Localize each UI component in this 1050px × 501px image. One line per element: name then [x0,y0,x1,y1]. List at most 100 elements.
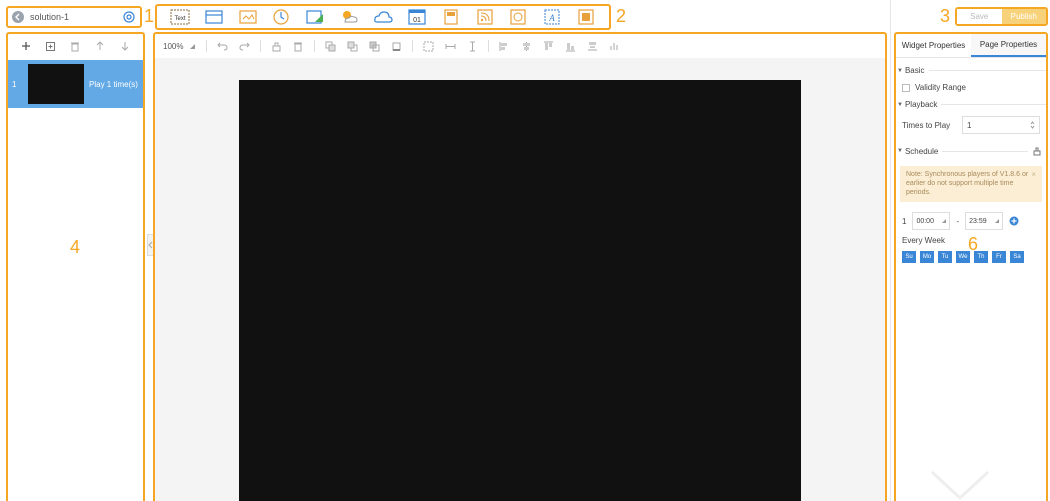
page-canvas[interactable] [239,80,801,501]
solution-name: solution-1 [30,12,70,22]
section-basic[interactable]: ▼ Basic [897,66,1046,75]
redo-icon[interactable] [237,39,251,53]
day-wednesday[interactable]: We [956,251,970,263]
align-left-icon[interactable] [497,39,511,53]
clear-icon[interactable] [269,39,283,53]
delete-icon[interactable] [68,39,82,53]
variable-text-widget-button[interactable]: A [541,7,563,27]
image-widget-icon [239,10,257,24]
validity-checkbox[interactable] [902,83,910,92]
tab-widget-properties[interactable]: Widget Properties [896,34,971,57]
move-down-icon[interactable] [118,39,132,53]
day-sunday[interactable]: Su [902,251,916,263]
add-icon[interactable] [19,39,33,53]
horizontal-fill-icon[interactable] [443,39,457,53]
day-saturday[interactable]: Sa [1010,251,1024,263]
end-time-value: 23:59 [969,217,987,225]
panel-divider [890,0,891,501]
section-playback[interactable]: ▼ Playback [897,100,1046,109]
tab-page-properties[interactable]: Page Properties [971,34,1046,57]
align-bottom-icon[interactable] [563,39,577,53]
section-basic-title: Basic [904,66,925,75]
end-time-input[interactable]: 23:59 [965,212,1004,230]
cloud-widget-button[interactable] [372,7,394,27]
send-to-back-icon[interactable] [389,39,403,53]
weather-widget-button[interactable] [338,7,360,27]
collapse-triangle-icon: ▼ [897,101,903,108]
stop-widget-icon [578,9,594,25]
settings-icon[interactable] [122,10,136,24]
save-button[interactable]: Save [957,9,1002,24]
stop-widget-button[interactable] [575,7,597,27]
window-widget-button[interactable] [203,7,225,27]
bring-forward-icon[interactable] [323,39,337,53]
web-widget-button[interactable] [507,7,529,27]
variable-text-widget-label: A [548,13,555,23]
vertical-fill-icon[interactable] [465,39,479,53]
day-tuesday[interactable]: Tu [938,251,952,263]
times-to-play-input[interactable]: 1 [962,116,1040,134]
solution-selector[interactable]: solution-1 [6,6,142,28]
day-friday[interactable]: Fr [992,251,1006,263]
toolbar-separator [488,40,489,52]
add-period-icon[interactable] [1009,216,1019,226]
send-backward-icon[interactable] [345,39,359,53]
section-schedule-title: Schedule [904,146,939,156]
undo-icon[interactable] [215,39,229,53]
cloud-widget-icon [374,11,393,23]
align-top-icon[interactable] [541,39,555,53]
calendar-widget-button[interactable]: 01 [406,7,428,27]
window-widget-icon [205,10,223,24]
widget-toolbar: Text 01 A [155,4,611,30]
toolbar-separator [206,40,207,52]
rss-widget-button[interactable] [474,7,496,27]
move-up-icon[interactable] [93,39,107,53]
times-to-play-value: 1 [967,120,972,130]
photo-widget-button[interactable] [304,7,326,27]
copy-icon[interactable] [44,39,58,53]
back-icon[interactable] [12,11,24,23]
text-widget-label: Text [174,16,185,22]
web-widget-icon [510,9,526,25]
start-time-input[interactable]: 00:00 [912,212,951,230]
grid-icon[interactable] [607,39,621,53]
save-publish-group: Save Publish [955,7,1048,26]
document-widget-button[interactable] [440,7,462,27]
delete-widget-icon[interactable] [291,39,305,53]
photo-widget-icon [306,10,324,24]
zoom-select[interactable]: 100% [161,38,197,54]
editor-toolbar: 100% [155,34,885,58]
align-center-icon[interactable] [519,39,533,53]
program-item[interactable]: 1 Play 1 time(s) [8,60,143,108]
program-list-toolbar [8,34,143,58]
section-rule [941,104,1046,105]
clear-schedule-icon[interactable] [1032,146,1042,156]
zoom-value: 100% [163,41,184,51]
stepper-icon[interactable] [1030,121,1035,129]
fit-size-icon[interactable] [421,39,435,53]
bring-to-front-icon[interactable] [367,39,381,53]
section-schedule[interactable]: ▼ Schedule [897,146,1046,156]
document-widget-icon [444,9,458,25]
distribute-icon[interactable] [585,39,599,53]
period-index: 1 [902,216,907,226]
callout-2: 2 [616,6,627,26]
watermark-cross [930,470,990,501]
toolbar-separator [260,40,261,52]
day-thursday[interactable]: Th [974,251,988,263]
clock-widget-button[interactable] [270,7,292,27]
close-icon[interactable]: × [1031,170,1036,180]
time-range-dash: - [956,216,960,226]
day-monday[interactable]: Mo [920,251,934,263]
calendar-widget-label: 01 [413,17,421,24]
toolbar-separator [412,40,413,52]
canvas-area[interactable] [155,58,885,501]
properties-tabs: Widget Properties Page Properties [896,34,1046,58]
callout-3: 3 [940,6,951,26]
rss-widget-icon [476,9,493,25]
text-widget-button[interactable]: Text [169,7,191,27]
collapse-triangle-icon: ▼ [897,67,903,74]
image-widget-button[interactable] [237,7,259,27]
publish-button[interactable]: Publish [1001,9,1046,24]
callout-1: 1 [144,6,155,26]
